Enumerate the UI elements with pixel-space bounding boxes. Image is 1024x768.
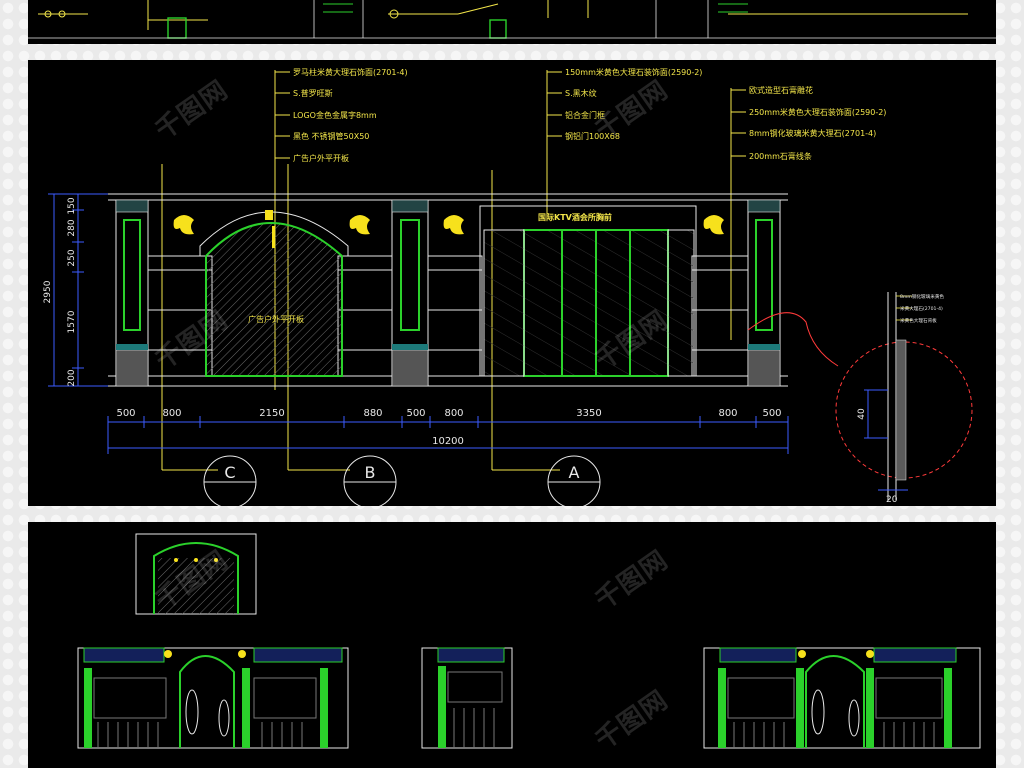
label-mid-1: 150mm米黄色大理石装饰面(2590-2) bbox=[565, 67, 702, 77]
top-drawing-strip bbox=[28, 0, 996, 44]
section-mark-b: B bbox=[365, 463, 376, 482]
detail-dim-40: 40 bbox=[857, 408, 867, 420]
vdim-5: 200 bbox=[67, 369, 77, 386]
right-storefront bbox=[703, 647, 981, 749]
label-right-2: 250mm米黄色大理石装饰面(2590-2) bbox=[749, 107, 886, 117]
middle-small-storefront bbox=[421, 647, 513, 749]
dim-6: 800 bbox=[444, 408, 463, 419]
detail-label-1: 8mm钢化玻璃米黄色 bbox=[900, 293, 944, 300]
dim-total: 10200 bbox=[432, 436, 464, 447]
facade-elevation-drawing: 罗马柱米黄大理石饰面(2701-4) S.普罗旺斯 LOGO金色金属字8mm 黑… bbox=[43, 67, 973, 506]
label-mid-4: 钢铝门100X68 bbox=[565, 131, 620, 141]
label-left-3: LOGO金色金属字8mm bbox=[293, 110, 377, 120]
vdim-2: 280 bbox=[67, 219, 77, 236]
top-elevation-drawings bbox=[28, 0, 996, 39]
section-mark-circles bbox=[203, 455, 601, 506]
label-left-2: S.普罗旺斯 bbox=[293, 88, 333, 98]
dim-2: 800 bbox=[162, 408, 181, 419]
label-right-4: 200mm石膏线条 bbox=[749, 151, 812, 161]
label-left-1: 罗马柱米黄大理石饰面(2701-4) bbox=[293, 67, 408, 77]
dim-1: 500 bbox=[116, 408, 135, 419]
detail-callout bbox=[747, 292, 973, 500]
detail-label-2: 米黄大理石(2701-4) bbox=[900, 305, 943, 312]
dim-8: 800 bbox=[718, 408, 737, 419]
label-left-5: 广告户外平开板 bbox=[293, 153, 349, 163]
label-left-4: 黑色 不锈钢管50X50 bbox=[293, 131, 369, 141]
label-mid-2: S.黑木纹 bbox=[565, 88, 597, 98]
dim-5: 500 bbox=[406, 408, 425, 419]
secondary-elevations bbox=[77, 533, 981, 749]
dim-3: 2150 bbox=[259, 408, 284, 419]
detail-dim-20: 20 bbox=[886, 495, 898, 505]
left-storefront bbox=[77, 647, 349, 749]
bottom-elevation-panel bbox=[28, 522, 996, 768]
entrance-sign-text: 国际KTV酒会所胸前 bbox=[538, 212, 612, 222]
label-right-3: 8mm钢化玻璃米黄大理石(2701-4) bbox=[749, 128, 876, 138]
dim-4: 880 bbox=[363, 408, 382, 419]
section-mark-c: C bbox=[224, 463, 235, 482]
section-mark-a: A bbox=[569, 463, 580, 482]
ad-board-text: 广告户外平开板 bbox=[248, 314, 304, 324]
vdim-3: 250 bbox=[67, 249, 77, 266]
vdim-4: 1570 bbox=[67, 310, 77, 333]
dim-7: 3350 bbox=[576, 408, 601, 419]
dim-9: 500 bbox=[762, 408, 781, 419]
main-elevation-panel: 罗马柱米黄大理石饰面(2701-4) S.普罗旺斯 LOGO金色金属字8mm 黑… bbox=[28, 60, 996, 506]
label-right-1: 欧式造型石膏雕花 bbox=[749, 85, 813, 95]
vdim-1: 150 bbox=[67, 197, 77, 214]
small-arch-view bbox=[135, 533, 257, 615]
overall-height-dim: 2950 bbox=[43, 280, 53, 303]
label-mid-3: 铝合金门框 bbox=[565, 110, 605, 120]
detail-label-3: 米黄色大理石背板 bbox=[900, 317, 937, 324]
entrance-doors bbox=[483, 229, 695, 377]
